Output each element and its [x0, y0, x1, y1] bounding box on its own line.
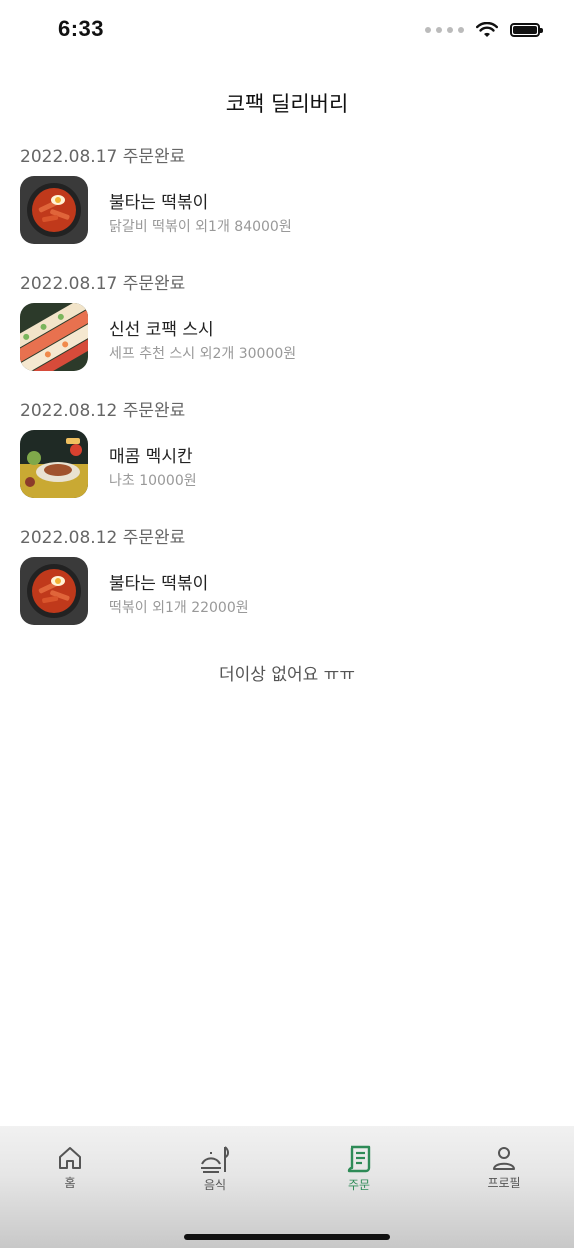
signal-dots-icon: [425, 27, 464, 33]
order-summary: 나초 10000원: [109, 473, 197, 489]
order-list: 2022.08.17 주문완료 불타는 떡볶이 닭갈비 떡볶이 외1개 8400…: [20, 140, 554, 648]
bottom-tab-bar: 홈 음식 주문 프로필: [0, 1126, 574, 1248]
tab-label: 음식: [203, 1178, 227, 1192]
battery-icon: [510, 23, 543, 37]
tab-profile[interactable]: 프로필: [459, 1144, 549, 1191]
profile-icon: [493, 1147, 515, 1170]
status-bar: 6:33: [0, 0, 574, 64]
page-title: 코팩 딜리버리: [225, 92, 349, 116]
order-item[interactable]: 매콤 멕시칸 나초 10000원: [20, 430, 554, 498]
order-group: 2022.08.17 주문완료 신선 코팩 스시 세프 추천 스시 외2개 30…: [20, 267, 554, 394]
order-group: 2022.08.12 주문완료 불타는 떡볶이 떡볶이 외1개 22000원: [20, 521, 554, 648]
order-group: 2022.08.17 주문완료 불타는 떡볶이 닭갈비 떡볶이 외1개 8400…: [20, 140, 554, 267]
mexican-food-image: [20, 430, 88, 498]
tab-label: 프로필: [487, 1176, 521, 1190]
order-item[interactable]: 불타는 떡볶이 떡볶이 외1개 22000원: [20, 557, 554, 625]
order-item[interactable]: 불타는 떡볶이 닭갈비 떡볶이 외1개 84000원: [20, 176, 554, 244]
status-icons: [425, 22, 543, 38]
tab-orders[interactable]: 주문: [314, 1144, 404, 1193]
order-receipt-icon: [347, 1145, 371, 1173]
order-group: 2022.08.12 주문완료 매콤 멕시칸 나초 10000원: [20, 394, 554, 521]
restaurant-name: 매콤 멕시칸: [109, 447, 193, 467]
status-time: 6:33: [58, 16, 105, 41]
order-item[interactable]: 신선 코팩 스시 세프 추천 스시 외2개 30000원: [20, 303, 554, 371]
order-date-status: 2022.08.17 주문완료: [20, 147, 186, 167]
restaurant-name: 불타는 떡볶이: [109, 193, 209, 213]
tab-food[interactable]: 음식: [170, 1144, 260, 1193]
order-date-status: 2022.08.12 주문완료: [20, 528, 186, 548]
tab-label: 홈: [64, 1176, 76, 1190]
order-summary: 떡볶이 외1개 22000원: [109, 600, 249, 616]
wifi-icon: [476, 22, 498, 37]
food-icon: [201, 1146, 229, 1173]
tteokbokki-image: [20, 557, 88, 625]
order-date-status: 2022.08.12 주문완료: [20, 401, 186, 421]
tab-label: 주문: [347, 1178, 371, 1192]
home-indicator: [184, 1234, 390, 1240]
sushi-image: [20, 303, 88, 371]
restaurant-name: 불타는 떡볶이: [109, 574, 209, 594]
tteokbokki-image: [20, 176, 88, 244]
order-summary: 닭갈비 떡볶이 외1개 84000원: [109, 219, 292, 235]
tab-home[interactable]: 홈: [25, 1144, 115, 1191]
end-of-list-message: 더이상 없어요 ㅠㅠ: [219, 665, 355, 685]
restaurant-name: 신선 코팩 스시: [109, 320, 214, 340]
order-summary: 세프 추천 스시 외2개 30000원: [109, 346, 297, 362]
order-date-status: 2022.08.17 주문완료: [20, 274, 186, 294]
home-icon: [59, 1147, 81, 1169]
